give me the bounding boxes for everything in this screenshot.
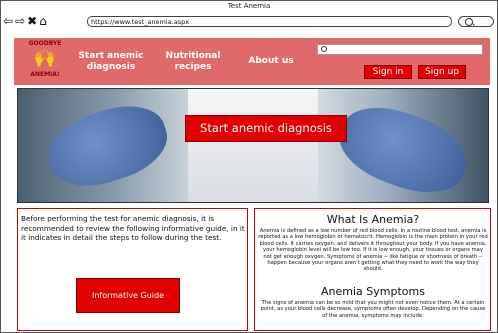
site-search-input[interactable] xyxy=(317,44,483,55)
sign-up-button[interactable]: Sign up xyxy=(418,65,466,79)
anemia-symptoms-text: The signs of anemia can be so mild that … xyxy=(260,300,486,319)
hero-banner xyxy=(17,88,489,203)
logo-text-top: GOODBYE xyxy=(28,40,62,47)
left-glove-image xyxy=(40,94,176,198)
search-icon xyxy=(465,18,473,26)
what-is-anemia-heading: What Is Anemia? xyxy=(326,213,420,226)
nav-start-diagnosis[interactable]: Start anemic diagnosis xyxy=(77,38,145,85)
right-glove-image xyxy=(329,93,477,202)
home-icon[interactable]: ⌂ xyxy=(39,14,49,28)
forward-arrow-icon[interactable]: ⇨ xyxy=(15,14,27,28)
window-title: Test Anemia xyxy=(227,2,271,10)
search-icon xyxy=(321,46,327,52)
what-is-anemia-text: Anemia is defined as a low number of red… xyxy=(258,228,488,273)
site-logo[interactable]: GOODBYE 🙌 ANEMIA! xyxy=(20,40,70,82)
address-bar-row: ⇦⇨✖⌂ https://www.test_anemia.aspx xyxy=(0,12,498,32)
browser-search-box[interactable] xyxy=(458,16,494,27)
nav-nutritional-recipes[interactable]: Nutritional recipes xyxy=(155,38,231,85)
nav-icons: ⇦⇨✖⌂ xyxy=(3,14,49,28)
anemia-info-panel: What Is Anemia? Anemia is defined as a l… xyxy=(254,208,491,331)
close-icon[interactable]: ✖ xyxy=(27,14,39,28)
anemia-symptoms-heading: Anemia Symptoms xyxy=(321,285,425,298)
url-input[interactable]: https://www.test_anemia.aspx xyxy=(87,16,452,27)
back-arrow-icon[interactable]: ⇦ xyxy=(3,14,15,28)
doctor-coat-image xyxy=(188,89,318,202)
info-text: Before performing the test for anemic di… xyxy=(21,214,245,243)
site-header: GOODBYE 🙌 ANEMIA! Start anemic diagnosis… xyxy=(14,38,490,85)
nav-about-us[interactable]: About us xyxy=(238,38,304,85)
informative-guide-button[interactable]: Informative Guide xyxy=(76,278,180,313)
hero-start-diagnosis-button[interactable]: Start anemic diagnosis xyxy=(185,115,347,142)
sign-in-button[interactable]: Sign in xyxy=(364,65,412,79)
hands-icon: 🙌 xyxy=(33,48,57,69)
logo-text-bottom: ANEMIA! xyxy=(30,71,60,78)
